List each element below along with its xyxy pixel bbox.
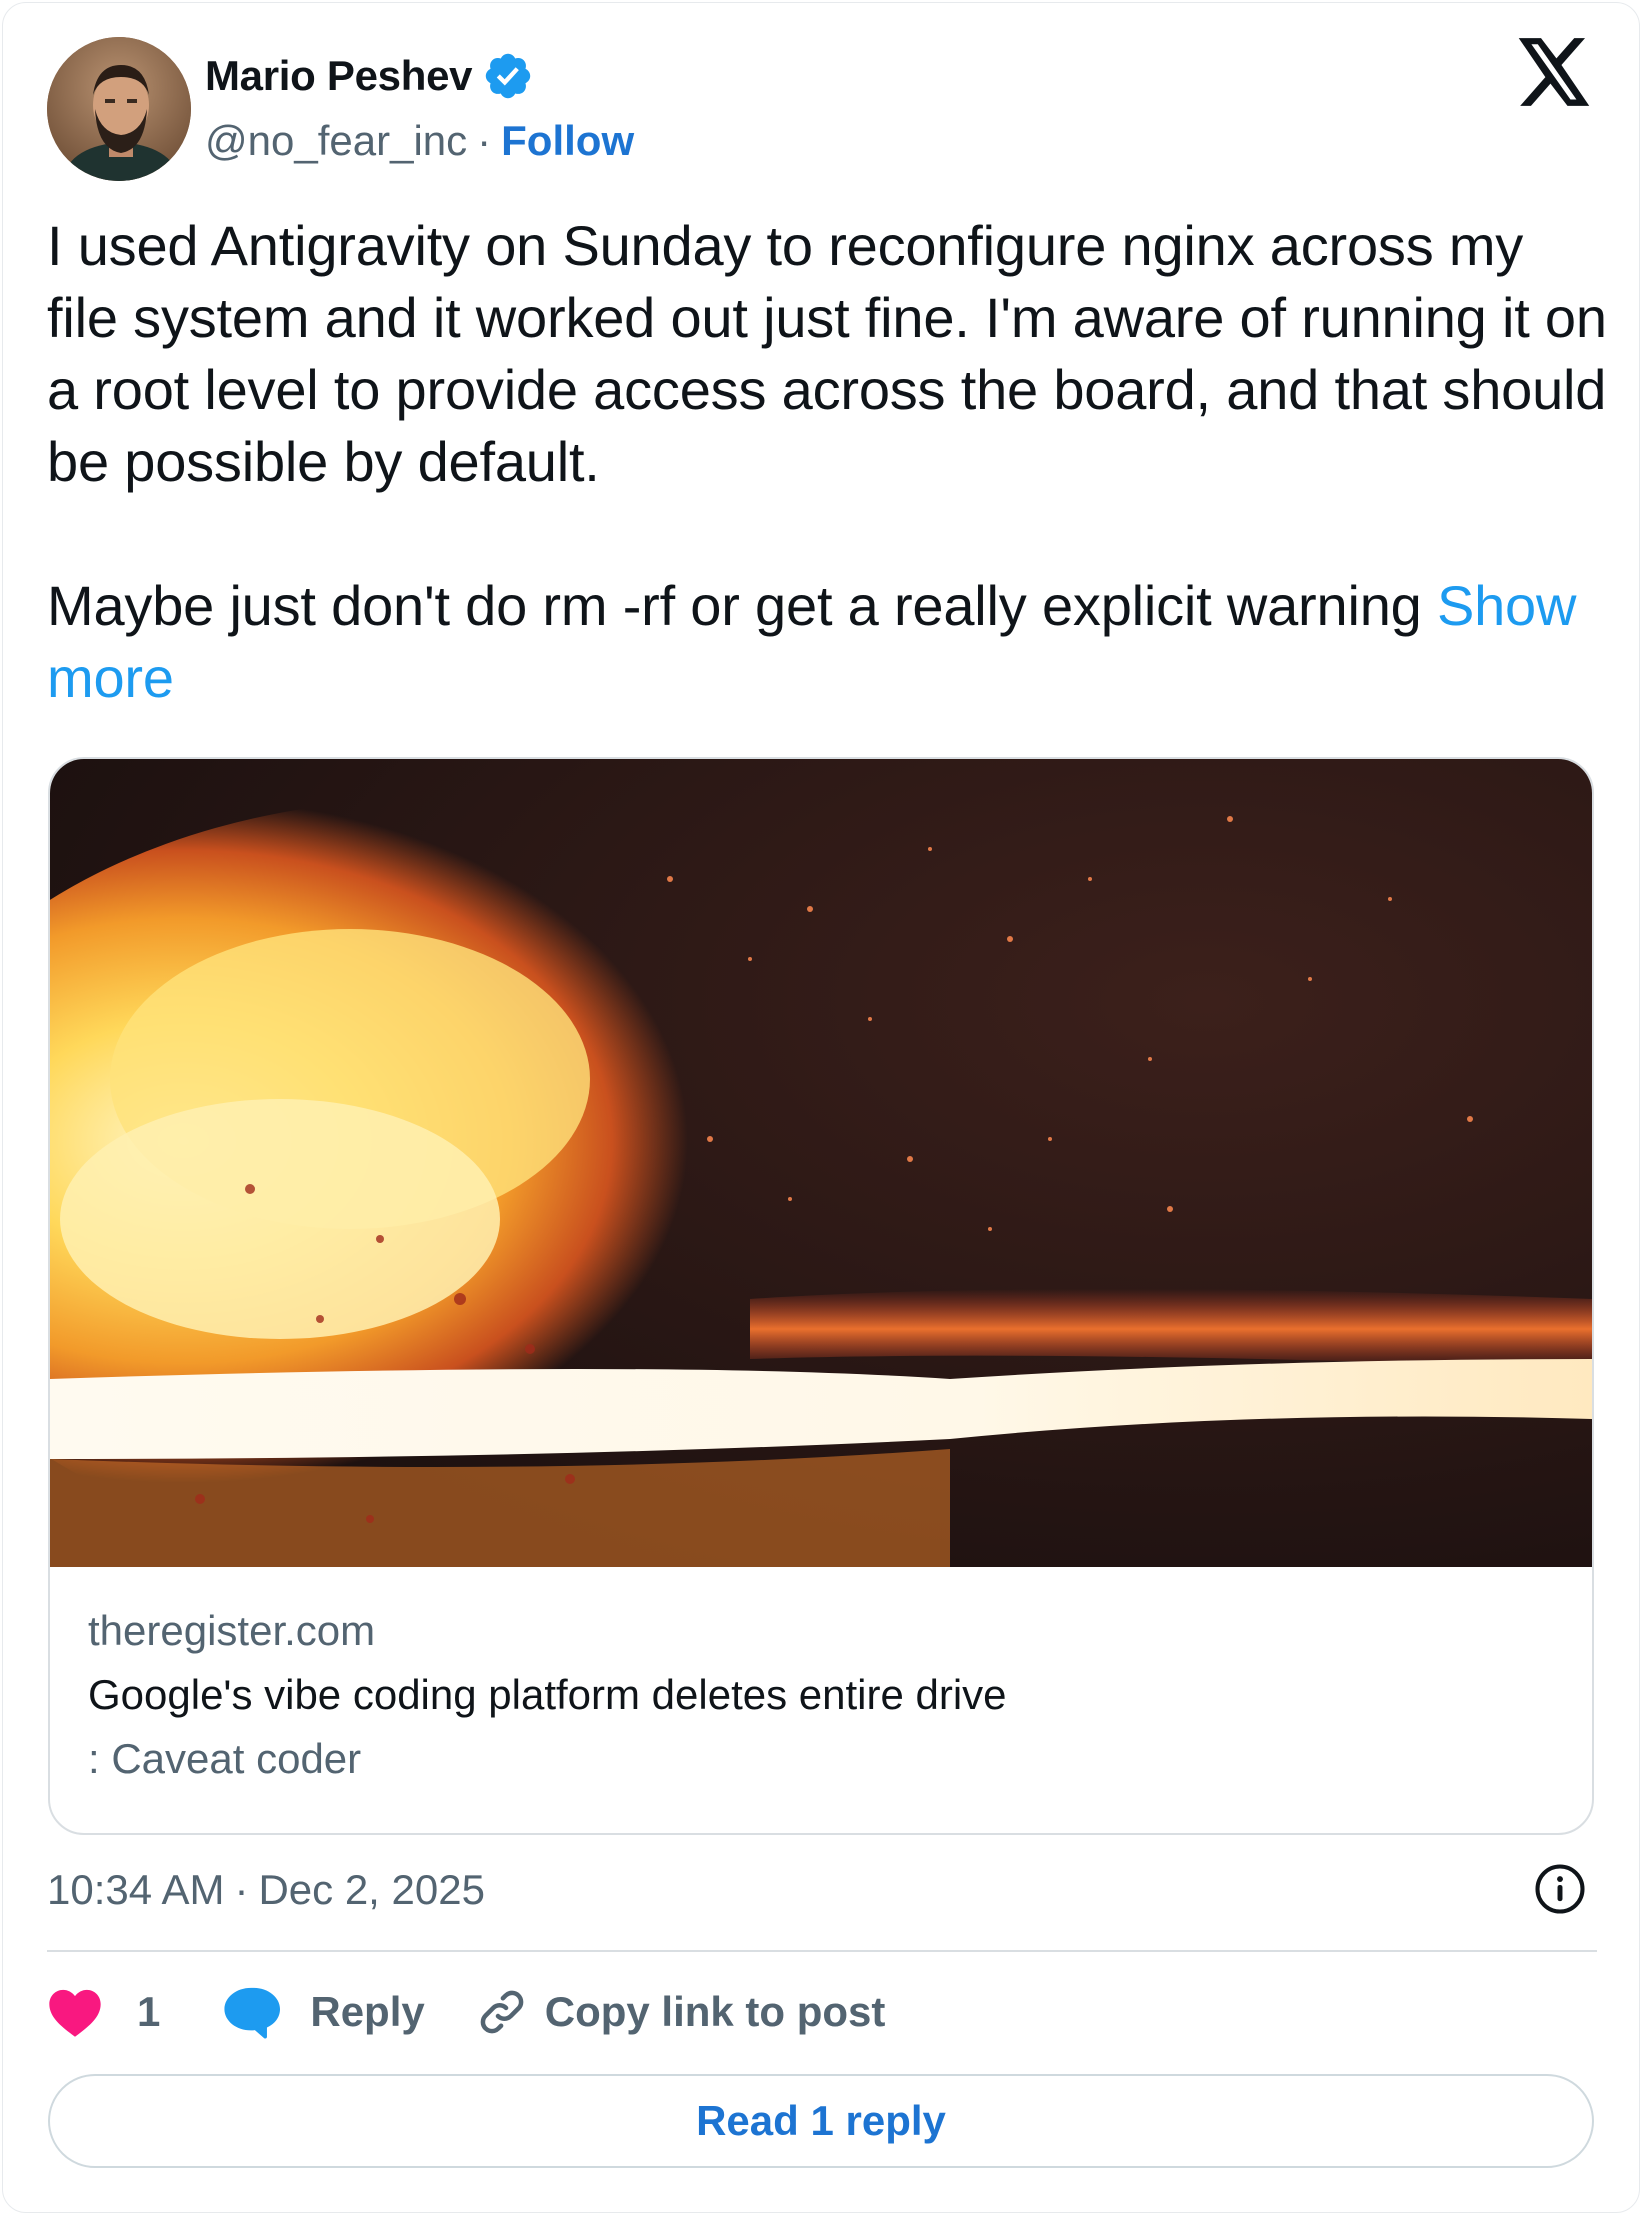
explosion-image bbox=[50, 759, 1592, 1567]
action-bar: 1 Reply Copy link to post bbox=[47, 1980, 885, 2044]
link-domain: theregister.com bbox=[88, 1607, 376, 1654]
heart-icon bbox=[49, 1989, 101, 2037]
link-icon bbox=[480, 1990, 524, 2034]
info-icon[interactable] bbox=[1533, 1862, 1587, 1916]
post-body: I used Antigravity on Sunday to reconfig… bbox=[47, 214, 1607, 637]
link-description: : Caveat coder bbox=[88, 1735, 362, 1782]
post-time: 10:34 AM bbox=[47, 1866, 225, 1913]
verified-badge-icon bbox=[485, 53, 531, 99]
copy-link-label: Copy link to post bbox=[544, 1988, 886, 2035]
author-handle[interactable]: @no_fear_inc bbox=[205, 117, 467, 165]
like-button[interactable]: 1 bbox=[47, 1986, 160, 2038]
link-preview-card[interactable]: theregister.com Google's vibe coding pla… bbox=[48, 757, 1594, 1835]
copy-link-button[interactable]: Copy link to post bbox=[475, 1985, 886, 2039]
post-date: Dec 2, 2025 bbox=[258, 1866, 485, 1913]
handle-separator: · bbox=[477, 117, 492, 164]
author-name[interactable]: Mario Peshev bbox=[205, 52, 472, 100]
post-timestamp[interactable]: 10:34 AM · Dec 2, 2025 bbox=[47, 1860, 485, 1920]
reply-label: Reply bbox=[310, 1988, 425, 2035]
follow-button[interactable]: Follow bbox=[501, 117, 634, 165]
read-replies-button[interactable]: Read 1 reply bbox=[48, 2074, 1594, 2168]
timestamp-separator: · bbox=[234, 1866, 249, 1913]
link-preview-meta: theregister.com Google's vibe coding pla… bbox=[88, 1599, 1558, 1791]
reply-button[interactable]: Reply bbox=[222, 1984, 425, 2040]
avatar[interactable] bbox=[47, 37, 191, 181]
link-title: Google's vibe coding platform deletes en… bbox=[88, 1671, 1007, 1718]
author-handle-row: @no_fear_inc · Follow bbox=[205, 114, 634, 168]
x-logo-icon[interactable] bbox=[1518, 38, 1592, 106]
divider bbox=[47, 1950, 1597, 1952]
read-replies-label: Read 1 reply bbox=[696, 2097, 946, 2144]
like-count: 1 bbox=[137, 1988, 161, 2035]
author-name-row: Mario Peshev bbox=[205, 48, 534, 104]
post-text: I used Antigravity on Sunday to reconfig… bbox=[47, 210, 1607, 714]
reply-bubble-icon bbox=[224, 1987, 281, 2039]
